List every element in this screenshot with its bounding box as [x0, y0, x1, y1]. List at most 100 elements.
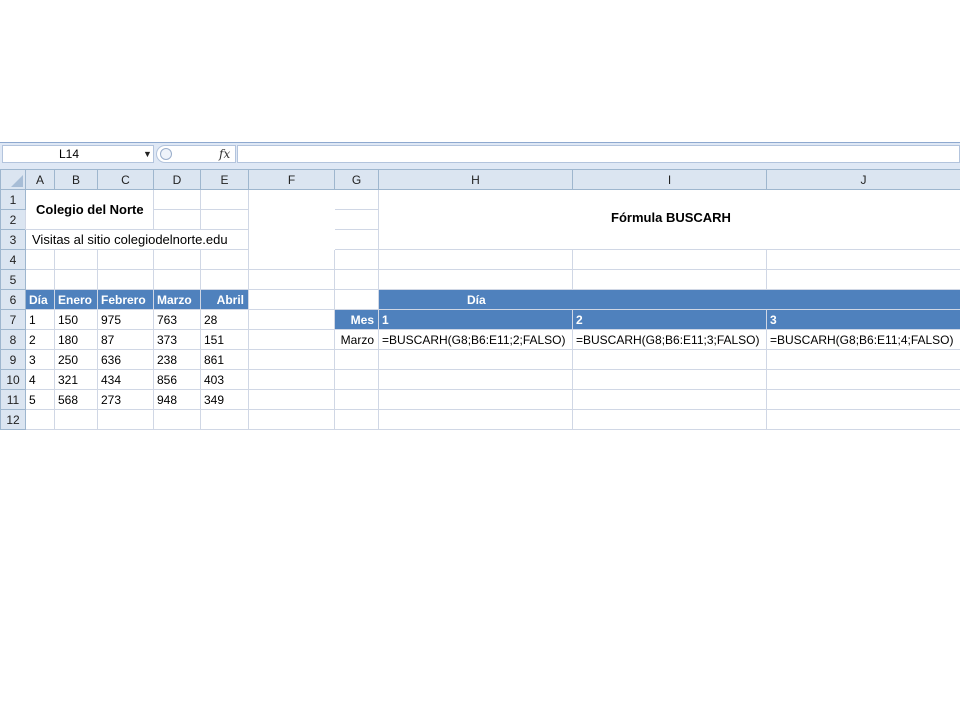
cell[interactable]	[378, 349, 573, 370]
table-cell[interactable]: 856	[153, 369, 201, 390]
cell-e1[interactable]	[200, 189, 249, 210]
cell-g6[interactable]	[334, 289, 379, 310]
column-header-g[interactable]: G	[334, 169, 379, 190]
day-number-cell[interactable]: 2	[572, 309, 767, 330]
cell[interactable]	[334, 389, 379, 410]
row-header-1[interactable]: 1	[0, 189, 26, 210]
table-header-cell[interactable]: Abril	[200, 289, 249, 310]
table-cell[interactable]: 273	[97, 389, 154, 410]
cell[interactable]	[248, 409, 335, 430]
cell[interactable]	[378, 409, 573, 430]
formula-cell[interactable]: =BUSCARH(G8;B6:E11;3;FALSO)	[572, 329, 767, 350]
cell[interactable]	[153, 409, 201, 430]
resize-handle-icon[interactable]	[160, 148, 172, 160]
column-header-b[interactable]: B	[54, 169, 98, 190]
table-cell[interactable]: 4	[25, 369, 55, 390]
cell[interactable]	[378, 269, 573, 290]
row-header-4[interactable]: 4	[0, 249, 26, 270]
cell[interactable]	[25, 269, 55, 290]
row-header-3[interactable]: 3	[0, 229, 26, 250]
cell[interactable]	[572, 349, 767, 370]
cell-a1-title[interactable]: Colegio del Norte	[25, 189, 154, 230]
cell-g7-mes-header[interactable]: Mes	[334, 309, 379, 330]
cell[interactable]	[200, 249, 249, 270]
table-header-cell[interactable]: Enero	[54, 289, 98, 310]
table-cell[interactable]: 1	[25, 309, 55, 330]
cell[interactable]	[334, 249, 379, 270]
table-cell[interactable]: 373	[153, 329, 201, 350]
cell[interactable]	[248, 369, 335, 390]
row-header-8[interactable]: 8	[0, 329, 26, 350]
cell[interactable]	[248, 389, 335, 410]
cell[interactable]	[572, 269, 767, 290]
cell[interactable]	[153, 249, 201, 270]
cell[interactable]	[334, 349, 379, 370]
cell-f6[interactable]	[248, 289, 335, 310]
cell-f8[interactable]	[248, 329, 335, 350]
cell-e2[interactable]	[200, 209, 249, 230]
table-cell[interactable]: 403	[200, 369, 249, 390]
cell[interactable]	[572, 409, 767, 430]
formula-input[interactable]	[237, 145, 960, 163]
cell[interactable]	[334, 409, 379, 430]
table-cell[interactable]: 150	[54, 309, 98, 330]
cell[interactable]	[572, 369, 767, 390]
table-cell[interactable]: 28	[200, 309, 249, 330]
cell[interactable]	[572, 389, 767, 410]
table-cell[interactable]: 5	[25, 389, 55, 410]
cell[interactable]	[378, 249, 573, 270]
row-header-10[interactable]: 10	[0, 369, 26, 390]
row-header-7[interactable]: 7	[0, 309, 26, 330]
table-cell[interactable]: 763	[153, 309, 201, 330]
cell-g2[interactable]	[334, 209, 379, 230]
cell[interactable]	[766, 269, 960, 290]
table-cell[interactable]: 434	[97, 369, 154, 390]
cell[interactable]	[378, 389, 573, 410]
table-cell[interactable]: 2	[25, 329, 55, 350]
cell[interactable]	[334, 369, 379, 390]
table-header-cell[interactable]: Febrero	[97, 289, 154, 310]
cell[interactable]	[153, 269, 201, 290]
table-cell[interactable]: 948	[153, 389, 201, 410]
cell[interactable]	[766, 249, 960, 270]
table-cell[interactable]: 238	[153, 349, 201, 370]
insert-function-icon[interactable]: fx	[219, 146, 230, 162]
table-header-cell[interactable]: Día	[25, 289, 55, 310]
column-header-h[interactable]: H	[378, 169, 573, 190]
cell[interactable]	[248, 349, 335, 370]
table-cell[interactable]: 568	[54, 389, 98, 410]
table-cell[interactable]: 861	[200, 349, 249, 370]
table-cell[interactable]: 321	[54, 369, 98, 390]
table-cell[interactable]: 975	[97, 309, 154, 330]
row-header-5[interactable]: 5	[0, 269, 26, 290]
cell[interactable]	[766, 349, 960, 370]
row-header-11[interactable]: 11	[0, 389, 26, 410]
column-header-e[interactable]: E	[200, 169, 249, 190]
cell-a3-subtitle[interactable]: Visitas al sitio colegiodelnorte.edu	[25, 229, 249, 250]
cell-g8-mes-value[interactable]: Marzo	[334, 329, 379, 350]
column-header-c[interactable]: C	[97, 169, 154, 190]
cell-f3[interactable]	[249, 230, 335, 250]
row-header-6[interactable]: 6	[0, 289, 26, 310]
table-cell[interactable]: 636	[97, 349, 154, 370]
row-header-2[interactable]: 2	[0, 209, 26, 230]
column-header-i[interactable]: I	[572, 169, 767, 190]
cell-h1-formula-title[interactable]: Fórmula BUSCARH	[378, 189, 960, 250]
cell-f7[interactable]	[248, 309, 335, 330]
cell[interactable]	[25, 409, 55, 430]
table-cell[interactable]: 180	[54, 329, 98, 350]
select-all-button[interactable]	[0, 169, 26, 190]
cell[interactable]	[97, 269, 154, 290]
cell[interactable]	[97, 249, 154, 270]
cell[interactable]	[378, 369, 573, 390]
cell[interactable]	[97, 409, 154, 430]
formula-cell[interactable]: =BUSCARH(G8;B6:E11;2;FALSO)	[378, 329, 573, 350]
cell-g3[interactable]	[334, 229, 379, 250]
table-header-cell[interactable]: Marzo	[153, 289, 201, 310]
cell[interactable]	[54, 249, 98, 270]
column-header-f[interactable]: F	[248, 169, 335, 190]
formula-cell[interactable]: =BUSCARH(G8;B6:E11;4;FALSO)	[766, 329, 960, 350]
chevron-down-icon[interactable]: ▼	[143, 146, 152, 162]
cell-g1[interactable]	[334, 189, 379, 210]
cell[interactable]	[766, 389, 960, 410]
